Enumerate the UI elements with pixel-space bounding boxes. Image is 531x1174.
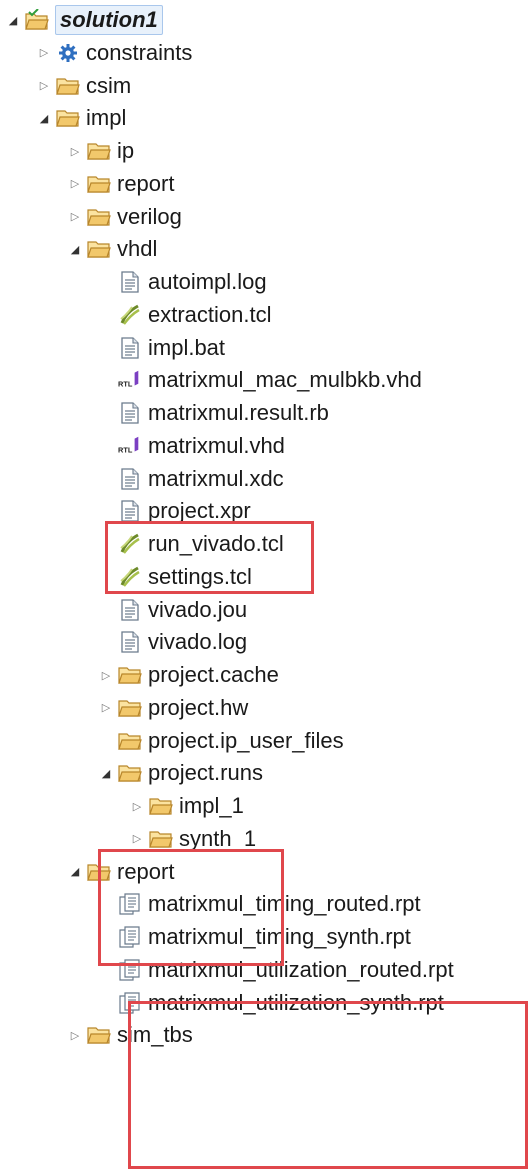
tree-item-label: matrixmul.result.rb	[148, 400, 329, 425]
collapse-arrow-icon[interactable]: ▷	[66, 135, 84, 167]
highlight-box-project-runs	[98, 849, 284, 966]
tree-item-label: project.hw	[148, 694, 249, 720]
tree-item-label: project.ip_user_files	[148, 727, 344, 753]
expand-arrow-icon[interactable]: ◢	[97, 757, 115, 789]
tree-item-label: csim	[86, 72, 132, 98]
tree-item-matrixmul-result-rb[interactable]: matrixmul.result.rb	[97, 397, 329, 429]
tree-item-project-cache[interactable]: ▷ project.cache	[97, 659, 279, 691]
collapse-arrow-icon[interactable]: ▷	[128, 790, 146, 822]
expand-arrow-icon[interactable]: ◢	[4, 4, 22, 36]
gear-icon	[56, 41, 80, 65]
tree-item-matrixmul-mac-mulbkb-vhd[interactable]: RTL matrixmul_mac_mulbkb.vhd	[97, 364, 422, 396]
folder-icon	[87, 139, 111, 163]
tree-item-label: vivado.jou	[148, 596, 248, 622]
svg-text:RTL: RTL	[118, 380, 133, 389]
tree-item-label: matrixmul_mac_mulbkb.vhd	[148, 367, 422, 393]
collapse-arrow-icon[interactable]: ▷	[66, 168, 84, 200]
rtl-file-icon: RTL	[118, 368, 142, 392]
folder-icon	[56, 106, 80, 130]
text-file-icon	[118, 598, 142, 622]
tree-item-label: ip	[117, 138, 135, 163]
tree-item-solution1[interactable]: ◢ solution1	[4, 4, 163, 36]
highlight-box-reports	[128, 1001, 528, 1169]
project-folder-icon	[25, 8, 49, 32]
tree-item-project-ip-user-files[interactable]: project.ip_user_files	[97, 725, 344, 757]
folder-icon	[149, 794, 173, 818]
text-file-icon	[118, 467, 142, 491]
tree-item-label: impl	[86, 105, 127, 131]
expand-arrow-icon[interactable]: ◢	[35, 102, 53, 134]
tree-item-label: autoimpl.log	[148, 269, 267, 294]
tree-item-label: vivado.log	[148, 629, 248, 655]
folder-icon	[118, 761, 142, 785]
tree-item-label: project.runs	[148, 760, 263, 786]
expand-arrow-icon[interactable]: ◢	[66, 856, 84, 888]
tree-item-extraction-tcl[interactable]: extraction.tcl	[97, 299, 272, 331]
tree-item-autoimpl-log[interactable]: autoimpl.log	[97, 266, 267, 298]
folder-icon	[87, 1023, 111, 1047]
text-file-icon	[118, 336, 142, 360]
tree-item-vivado-jou[interactable]: vivado.jou	[97, 594, 247, 626]
tree-item-label: matrixmul.xdc	[148, 465, 284, 491]
tree-item-impl-bat[interactable]: impl.bat	[97, 332, 225, 364]
tree-item-matrixmul-xdc[interactable]: matrixmul.xdc	[97, 463, 284, 495]
tree-item-project-runs[interactable]: ◢ project.runs	[97, 757, 263, 789]
tree-item-verilog[interactable]: ▷ verilog	[66, 201, 182, 233]
folder-icon	[118, 696, 142, 720]
text-file-icon	[118, 499, 142, 523]
folder-icon	[87, 237, 111, 261]
folder-icon	[56, 74, 80, 98]
tree-item-vivado-log[interactable]: vivado.log	[97, 626, 247, 658]
text-file-icon	[118, 270, 142, 294]
collapse-arrow-icon[interactable]: ▷	[35, 37, 53, 69]
tree-item-label: impl_1	[179, 793, 244, 818]
tree-item-label: matrixmul.vhd	[148, 432, 285, 458]
rtl-file-icon: RTL	[118, 434, 142, 458]
tree-item-label: impl.bat	[148, 334, 226, 360]
tree-item-label: report	[117, 170, 175, 196]
tree-item-impl[interactable]: ◢ impl	[35, 102, 127, 134]
tree-item-label: solution1	[55, 5, 163, 35]
tree-item-matrixmul-vhd[interactable]: RTL matrixmul.vhd	[97, 430, 285, 462]
folder-icon	[118, 729, 142, 753]
folder-icon	[87, 205, 111, 229]
tree-item-constraints[interactable]: ▷ constraints	[35, 37, 193, 69]
tree-item-report[interactable]: ▷ report	[66, 168, 175, 200]
tree-item-label: project.cache	[148, 662, 279, 687]
tree-item-label: vhdl	[117, 236, 158, 262]
collapse-arrow-icon[interactable]: ▷	[35, 70, 53, 102]
text-file-icon	[118, 401, 142, 425]
svg-text:RTL: RTL	[118, 445, 133, 454]
tree-item-label: verilog	[117, 203, 182, 229]
tree-item-project-hw[interactable]: ▷ project.hw	[97, 692, 249, 724]
folder-icon	[87, 172, 111, 196]
tree-item-impl-1[interactable]: ▷ impl_1	[128, 790, 244, 822]
tree-item-label: constraints	[86, 39, 193, 65]
collapse-arrow-icon[interactable]: ▷	[66, 1019, 84, 1051]
collapse-arrow-icon[interactable]: ▷	[97, 659, 115, 691]
highlight-box-xdc-xpr	[105, 521, 314, 594]
collapse-arrow-icon[interactable]: ▷	[66, 201, 84, 233]
folder-icon	[118, 663, 142, 687]
text-file-icon	[118, 630, 142, 654]
tree-item-label: extraction.tcl	[148, 301, 272, 327]
folder-icon	[149, 827, 173, 851]
tree-item-ip[interactable]: ▷ ip	[66, 135, 134, 167]
tcl-script-icon	[118, 303, 142, 327]
tree-item-csim[interactable]: ▷ csim	[35, 70, 131, 102]
collapse-arrow-icon[interactable]: ▷	[97, 692, 115, 724]
expand-arrow-icon[interactable]: ◢	[66, 233, 84, 265]
tree-item-vhdl[interactable]: ◢ vhdl	[66, 233, 158, 265]
